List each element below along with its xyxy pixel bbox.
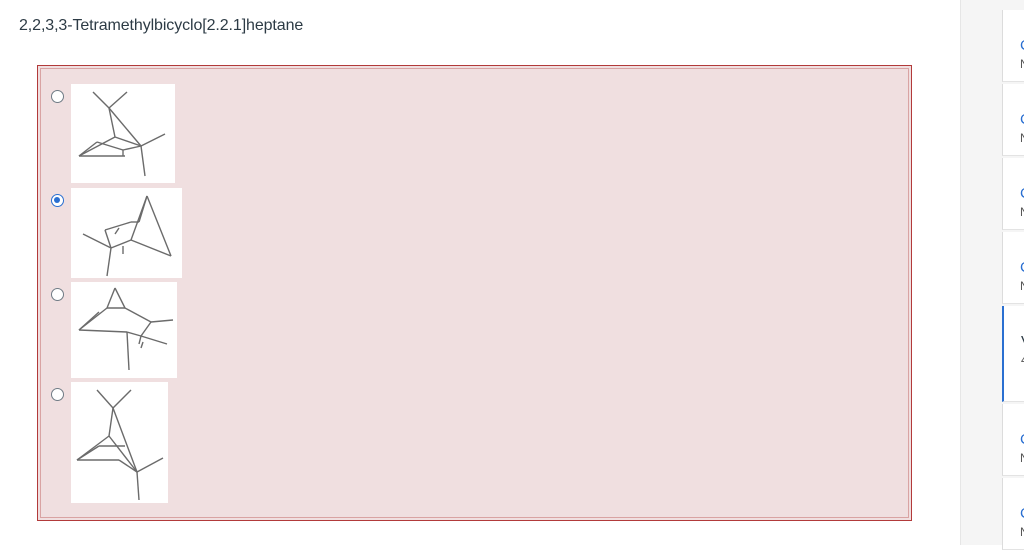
sidebar-question-6[interactable]: C N — [1002, 404, 1024, 476]
answer-choices-incorrect — [37, 65, 912, 521]
answer-radio-3[interactable] — [51, 288, 64, 301]
sidebar-question-2[interactable]: C N — [1002, 84, 1024, 156]
sidebar-question-status: N — [1020, 451, 1024, 465]
molecule-structure-image-4 — [71, 382, 168, 503]
answer-radio-4[interactable] — [51, 388, 64, 401]
sidebar-question-status: N — [1020, 525, 1024, 539]
sidebar-question-current[interactable]: V 4 — [1002, 306, 1024, 402]
sidebar-question-status: N — [1020, 279, 1024, 293]
sidebar-question-status: N — [1020, 57, 1024, 71]
sidebar-question-3[interactable]: C N — [1002, 158, 1024, 230]
sidebar-question-4[interactable]: C N — [1002, 232, 1024, 304]
question-text: 2,2,3,3-Tetramethylbicyclo[2.2.1]heptane — [19, 17, 304, 34]
sidebar-question-title: C — [1020, 111, 1024, 128]
sidebar-question-title: C — [1020, 431, 1024, 448]
answer-radio-2[interactable] — [51, 194, 64, 207]
sidebar-question-status: N — [1020, 131, 1024, 145]
sidebar-question-title: C — [1020, 505, 1024, 522]
sidebar-question-title: C — [1020, 185, 1024, 202]
sidebar-question-status: N — [1020, 205, 1024, 219]
sidebar-question-7[interactable]: C N — [1002, 478, 1024, 550]
molecule-structure-image-3 — [71, 282, 177, 378]
question-sidebar: C N C N C N C N V 4 C N C N — [961, 0, 1024, 550]
molecule-structure-image-1 — [71, 84, 175, 183]
sidebar-question-1[interactable]: C N — [1002, 10, 1024, 82]
molecule-structure-image-2 — [71, 188, 182, 278]
answer-radio-1[interactable] — [51, 90, 64, 103]
sidebar-question-title: C — [1020, 37, 1024, 54]
sidebar-question-title: C — [1020, 259, 1024, 276]
